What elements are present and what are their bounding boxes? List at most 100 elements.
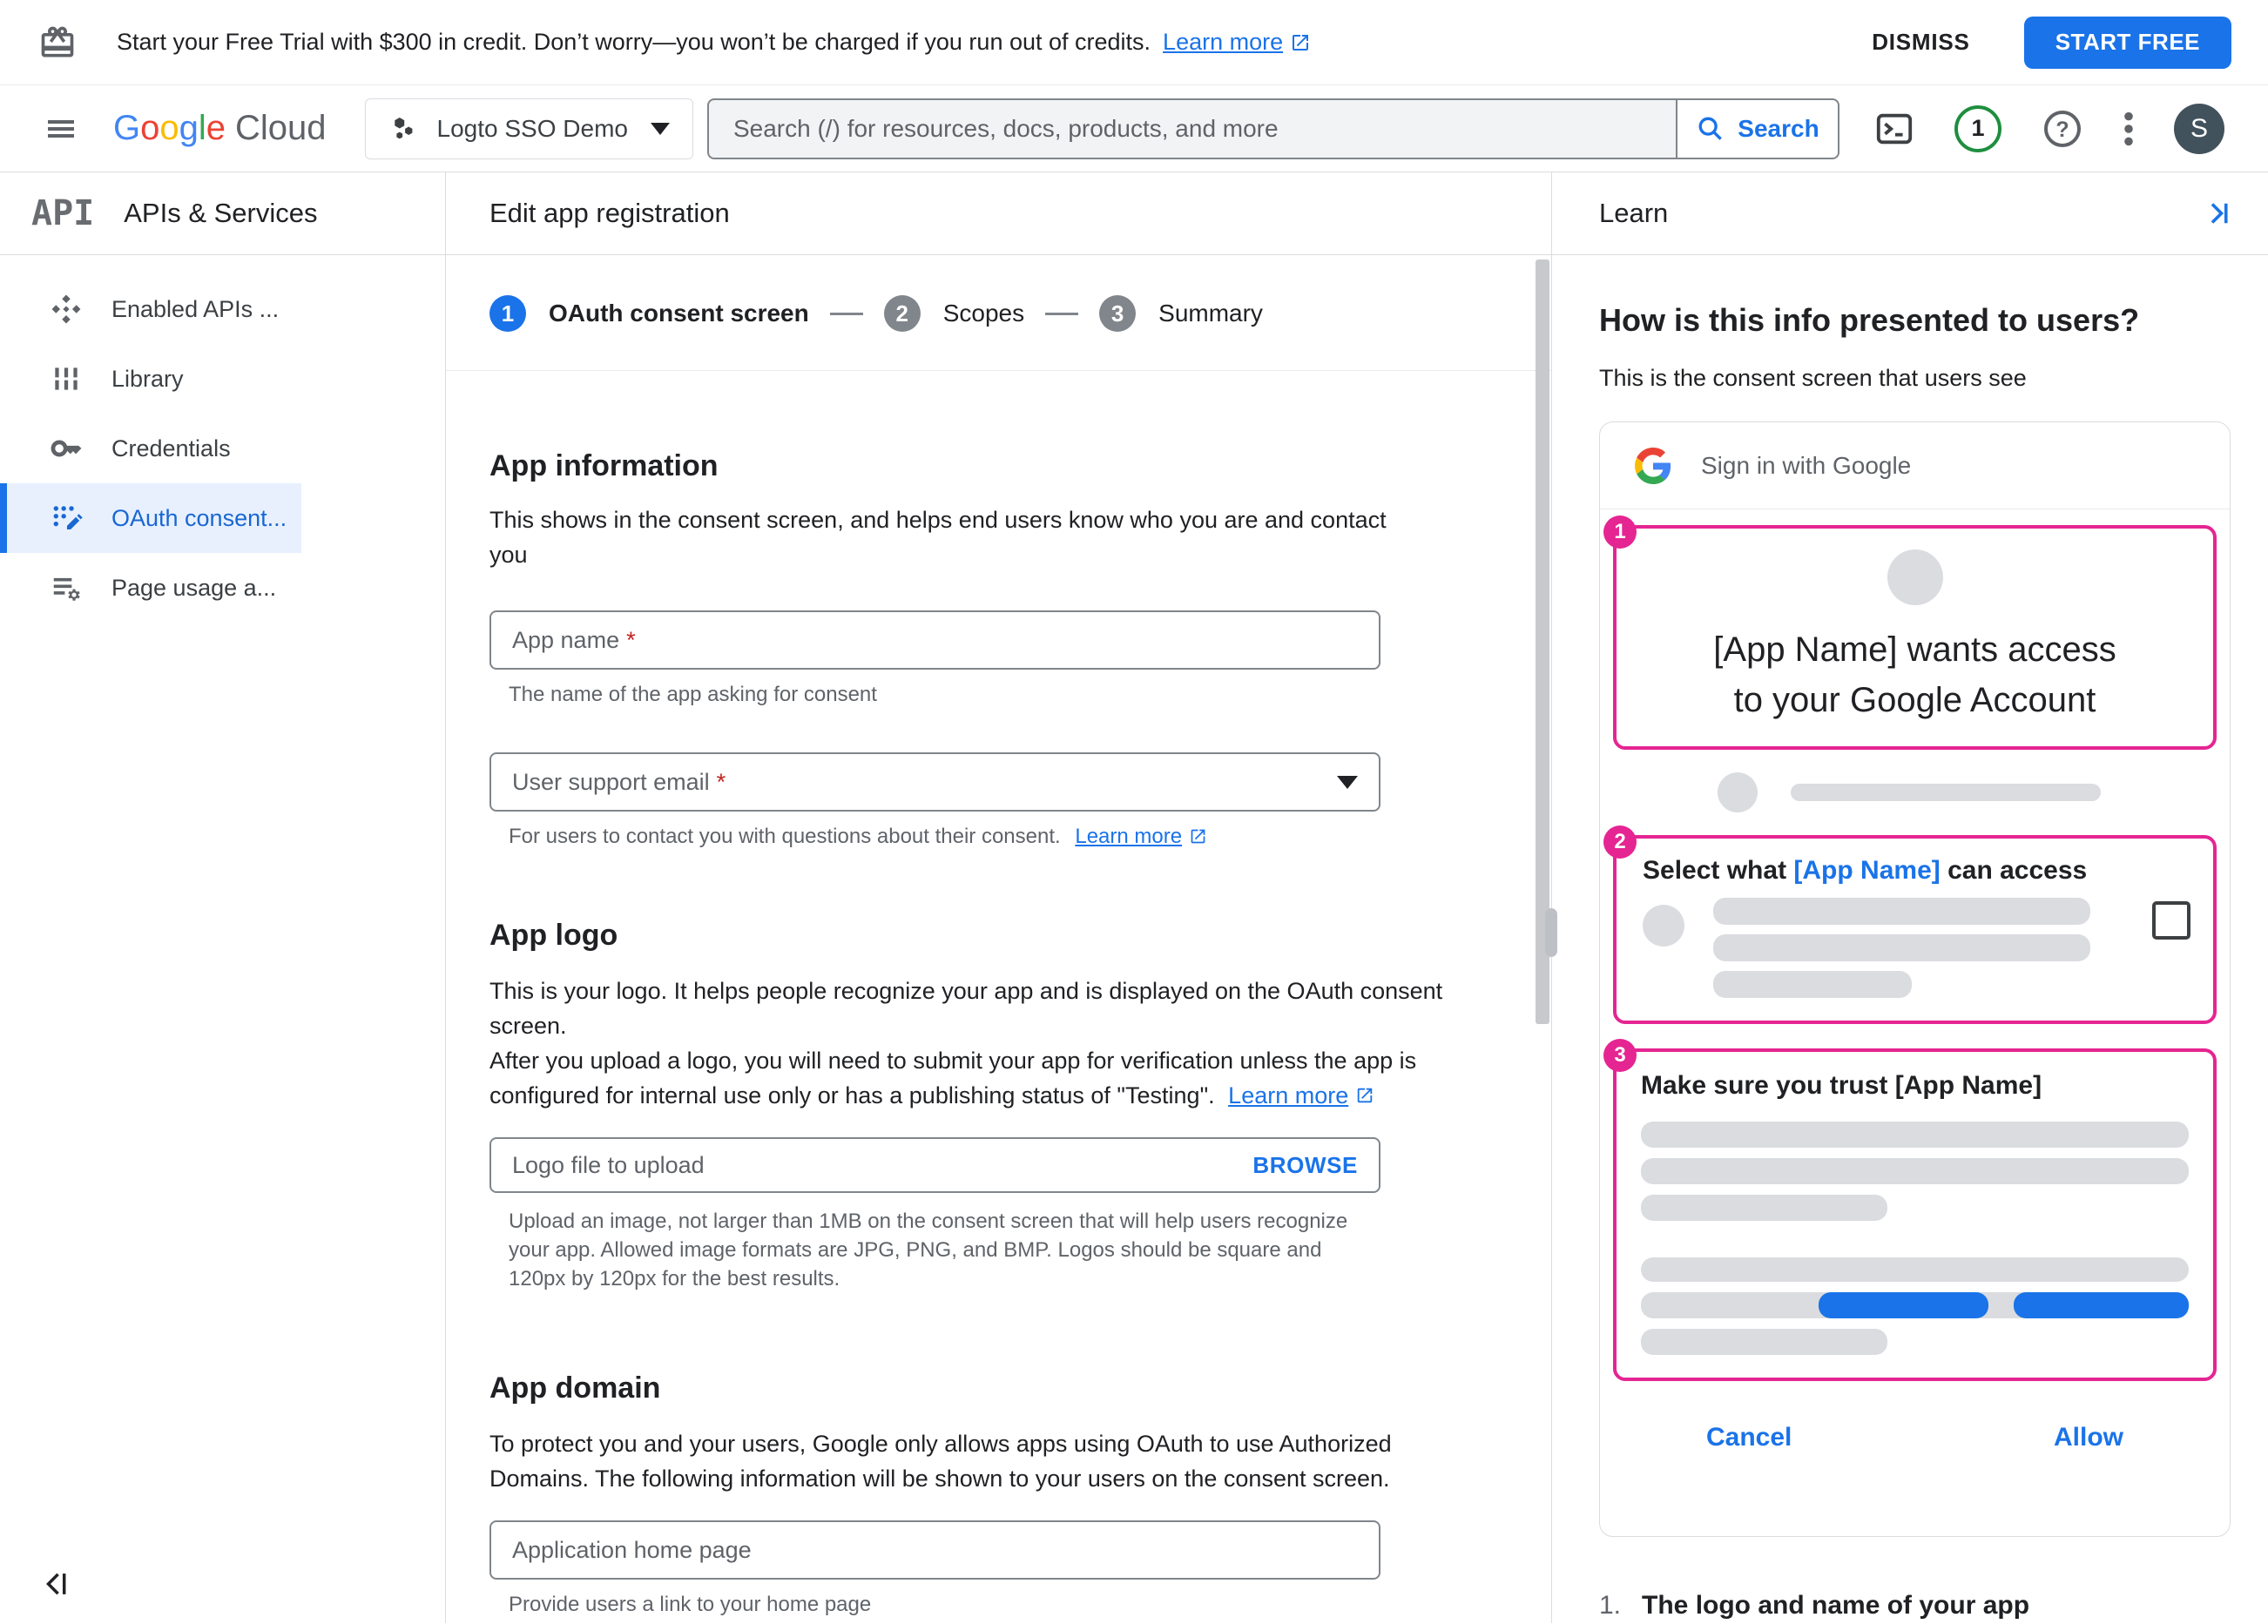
- logo-file-upload-field[interactable]: Logo file to upload BROWSE: [489, 1137, 1380, 1193]
- learn-title: Learn: [1599, 198, 1669, 228]
- sidebar-item-page-usage[interactable]: Page usage a...: [0, 553, 301, 623]
- app-header: Google Cloud Logto SSO Demo Search 1 ?: [0, 85, 2268, 172]
- library-icon: [47, 362, 85, 395]
- consent-screen-preview: Sign in with Google 1 [App Name] wants a…: [1599, 421, 2231, 1537]
- cancel-button-preview: Cancel: [1706, 1423, 1792, 1452]
- google-g-logo: [1635, 447, 1671, 484]
- app-information-description: This shows in the consent screen, and he…: [489, 507, 1387, 568]
- collapse-sidebar-icon[interactable]: [40, 1567, 73, 1600]
- annotation-badge-1: 1: [1603, 516, 1637, 549]
- logo-file-label: Logo file to upload: [512, 1151, 705, 1178]
- app-name-label: App name: [512, 626, 620, 653]
- panel-resize-handle[interactable]: [1545, 908, 1557, 957]
- enabled-apis-icon: [47, 293, 85, 326]
- free-trial-banner: Start your Free Trial with $300 in credi…: [0, 0, 2268, 85]
- sidebar-item-label: OAuth consent...: [111, 504, 287, 531]
- select-access-title: Select what [App Name] can access: [1643, 856, 2088, 885]
- stepper-connector: [1045, 312, 1079, 315]
- app-logo-learn-more-link[interactable]: Learn more: [1228, 1078, 1374, 1113]
- consent-actions: Cancel Allow: [1600, 1423, 2230, 1452]
- required-asterisk: *: [716, 768, 726, 795]
- app-logo-description-1: This is your logo. It helps people recog…: [489, 978, 1443, 1039]
- notifications-badge[interactable]: 1: [1954, 104, 2001, 152]
- account-avatar-placeholder: [1718, 772, 1758, 812]
- learn-heading: How is this info presented to users?: [1599, 302, 2140, 338]
- user-support-email-select[interactable]: User support email *: [489, 752, 1380, 812]
- more-options-icon[interactable]: [2123, 109, 2134, 149]
- scope-text-placeholder: [1713, 971, 1912, 998]
- support-email-learn-more-link[interactable]: Learn more: [1075, 822, 1207, 851]
- scope-text-placeholder: [1713, 898, 2090, 925]
- hamburger-menu-icon[interactable]: [44, 111, 78, 146]
- step-2-scopes[interactable]: Scopes: [943, 300, 1024, 327]
- external-link-icon: [1290, 32, 1311, 53]
- sidebar-item-library[interactable]: Library: [0, 344, 301, 414]
- select-dropdown-icon: [1337, 775, 1358, 789]
- step-1-circle: 1: [489, 295, 526, 332]
- step-3-circle: 3: [1099, 295, 1137, 332]
- app-domain-description: To protect you and your users, Google on…: [489, 1431, 1392, 1492]
- logo-letter: o: [140, 109, 160, 147]
- sidebar-header: API APIs & Services: [0, 172, 445, 255]
- sidebar-nav: Enabled APIs ... Library Credentials OAu…: [0, 255, 445, 623]
- project-selector[interactable]: Logto SSO Demo: [364, 98, 693, 159]
- cloud-shell-icon[interactable]: [1874, 109, 1914, 149]
- text-placeholder: [1641, 1329, 1888, 1355]
- gift-icon: [38, 24, 77, 62]
- step-1-oauth-consent-screen[interactable]: OAuth consent screen: [549, 300, 809, 327]
- app-logo-heading: App logo: [489, 919, 618, 952]
- key-icon: [47, 432, 85, 465]
- chevron-down-icon: [650, 122, 670, 135]
- sidebar-item-credentials[interactable]: Credentials: [0, 414, 301, 483]
- collapse-panel-icon[interactable]: [2202, 198, 2233, 229]
- project-hexagon-icon: [388, 113, 420, 145]
- page-title: Edit app registration: [489, 198, 730, 228]
- text-placeholder: [1641, 1158, 2189, 1184]
- scope-text-placeholder: [1713, 934, 2090, 961]
- search-button-label: Search: [1738, 114, 1819, 142]
- search-icon: [1696, 114, 1725, 144]
- app-name-field[interactable]: App name *: [489, 610, 1380, 670]
- sidebar-item-enabled-apis[interactable]: Enabled APIs ...: [0, 274, 301, 344]
- legend-text: The logo and name of your app: [1642, 1591, 2030, 1620]
- app-name-helper: The name of the app asking for consent: [509, 683, 877, 706]
- signin-with-google-label: Sign in with Google: [1701, 451, 1912, 479]
- dismiss-button[interactable]: DISMISS: [1872, 29, 1970, 56]
- banner-learn-more-link[interactable]: Learn more: [1163, 29, 1311, 56]
- account-avatar[interactable]: S: [2173, 103, 2224, 154]
- logo-letter: e: [206, 109, 226, 147]
- sidebar-item-oauth-consent[interactable]: OAuth consent...: [0, 483, 301, 553]
- apis-services-logo: API: [31, 193, 95, 233]
- banner-message: Start your Free Trial with $300 in credi…: [117, 29, 1151, 55]
- search-input[interactable]: [708, 114, 1676, 143]
- scope-icon-placeholder: [1643, 905, 1684, 947]
- required-asterisk: *: [626, 626, 636, 653]
- home-page-label: Application home page: [512, 1536, 752, 1563]
- text-placeholder: [1641, 1195, 1888, 1221]
- consent-title: [App Name] wants access to your Google A…: [1713, 630, 2116, 719]
- legend-item-1: 1. The logo and name of your app: [1599, 1591, 2268, 1621]
- avatar-initial: S: [2190, 113, 2208, 143]
- browse-button[interactable]: BROWSE: [1252, 1152, 1358, 1179]
- external-link-icon: [1355, 1086, 1374, 1105]
- wizard-stepper: 1 OAuth consent screen 2 Scopes 3 Summar…: [489, 295, 1551, 332]
- annotation-badge-3: 3: [1603, 1039, 1637, 1072]
- logo-upload-helper: Upload an image, not larger than 1MB on …: [509, 1210, 1348, 1290]
- support-email-label: User support email: [512, 768, 710, 795]
- google-signin-row: Sign in with Google: [1600, 422, 2230, 509]
- legend-number: 1.: [1599, 1591, 1622, 1620]
- google-cloud-logo[interactable]: Google Cloud: [113, 109, 327, 148]
- start-free-button[interactable]: START FREE: [2023, 16, 2231, 69]
- learn-panel-header: Learn: [1552, 172, 2268, 255]
- step-3-summary[interactable]: Summary: [1158, 300, 1263, 327]
- edit-app-registration-form: 1 OAuth consent screen 2 Scopes 3 Summar…: [446, 255, 1551, 1623]
- logo-letter: G: [113, 109, 141, 147]
- annotation-box-trust: 3 Make sure you trust [App Name]: [1603, 1039, 2217, 1381]
- search-button[interactable]: Search: [1675, 98, 1839, 159]
- home-page-helper: Provide users a link to your home page: [509, 1593, 872, 1616]
- application-home-page-field[interactable]: Application home page: [489, 1520, 1380, 1580]
- external-link-icon: [1189, 827, 1207, 846]
- help-icon[interactable]: ?: [2042, 108, 2083, 150]
- project-name: Logto SSO Demo: [436, 114, 628, 142]
- link-placeholder: [1819, 1292, 1989, 1318]
